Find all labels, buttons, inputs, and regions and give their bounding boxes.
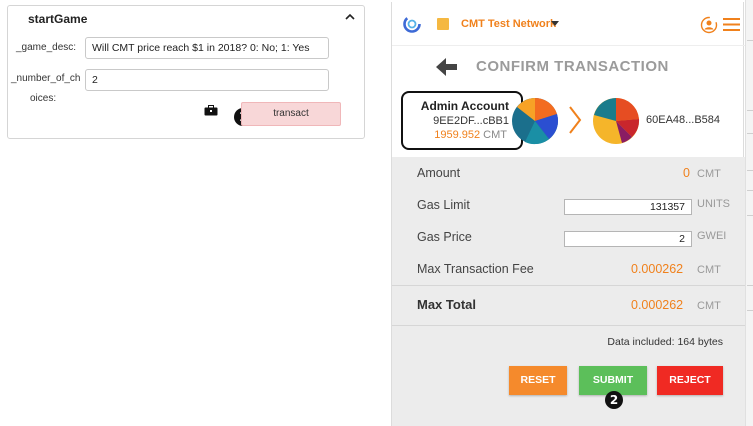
gas-price-input[interactable]: 2	[564, 231, 692, 247]
number-of-choices-input[interactable]: 2	[85, 69, 329, 91]
from-account-address: 9EE2DF...cBB1	[433, 115, 509, 127]
wallet-topbar: CMT Test Network	[392, 2, 745, 46]
gas-price-unit: GWEI	[697, 230, 727, 242]
from-identicon	[512, 97, 559, 145]
briefcase-icon[interactable]	[204, 105, 218, 116]
to-account-address: 60EA48...B584	[646, 114, 721, 126]
number-of-choices-label: _number_of_ch	[11, 73, 81, 84]
chevron-up-icon[interactable]	[344, 11, 356, 23]
back-arrow-icon[interactable]	[436, 57, 458, 77]
amount-unit: CMT	[697, 168, 721, 180]
function-title: startGame	[28, 12, 88, 26]
amount-label: Amount	[417, 166, 461, 180]
start-game-panel: startGame _game_desc: Will CMT price rea…	[7, 5, 365, 139]
from-account-name: Admin Account	[420, 99, 509, 113]
step-marker-2: 2	[605, 391, 623, 409]
transact-button[interactable]: transact	[241, 102, 341, 126]
network-dropdown-icon[interactable]	[551, 21, 559, 26]
max-total-value: 0.000262	[631, 298, 684, 312]
max-fee-unit: CMT	[697, 264, 721, 276]
number-of-choices-label-cont: oices:	[30, 93, 57, 104]
menu-icon[interactable]	[723, 18, 740, 31]
transaction-details: Amount 0 CMT Gas Limit 131357 UNITS Gas …	[392, 157, 745, 426]
wallet-logo-icon	[403, 15, 421, 33]
divider	[392, 285, 745, 286]
reset-button[interactable]: RESET	[509, 366, 567, 395]
account-icon[interactable]	[700, 16, 718, 34]
max-fee-value: 0.000262	[631, 262, 684, 276]
wallet-popup: CMT Test Network CONFIRM TRANSACTION Adm…	[391, 2, 745, 426]
network-status-icon	[437, 18, 449, 30]
balance-unit: CMT	[483, 129, 507, 141]
max-fee-label: Max Transaction Fee	[417, 262, 534, 276]
gas-price-label: Gas Price	[417, 230, 472, 244]
game-desc-label: _game_desc:	[16, 42, 77, 53]
network-name[interactable]: CMT Test Network	[461, 18, 556, 30]
background-window-edge	[745, 0, 753, 426]
reject-button[interactable]: REJECT	[657, 366, 723, 395]
page-title: CONFIRM TRANSACTION	[476, 58, 669, 75]
chevron-right-icon	[569, 106, 582, 134]
gas-limit-unit: UNITS	[697, 198, 730, 210]
gas-limit-input[interactable]: 131357	[564, 199, 692, 215]
divider	[392, 325, 745, 326]
max-total-unit: CMT	[697, 300, 721, 312]
from-account-balance: 1959.952 CMT	[434, 129, 507, 141]
game-desc-input[interactable]: Will CMT price reach $1 in 2018? 0: No; …	[85, 37, 329, 59]
data-included-text: Data included: 164 bytes	[607, 336, 723, 348]
from-account-card: Admin Account 9EE2DF...cBB1 1959.952 CMT	[401, 91, 523, 150]
amount-value: 0	[683, 166, 690, 180]
gas-limit-label: Gas Limit	[417, 198, 470, 212]
to-identicon	[593, 97, 640, 144]
max-total-label: Max Total	[417, 297, 476, 312]
balance-value: 1959.952	[434, 129, 481, 141]
